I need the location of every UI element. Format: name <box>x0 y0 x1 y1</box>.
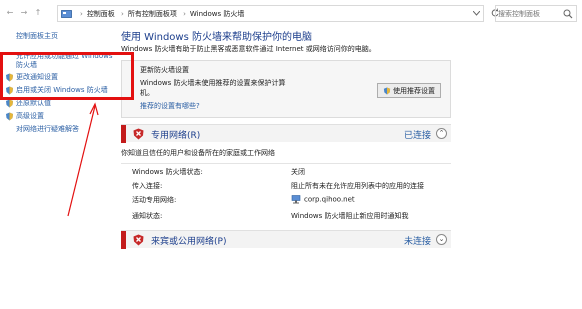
annotation-arrow <box>67 102 99 217</box>
